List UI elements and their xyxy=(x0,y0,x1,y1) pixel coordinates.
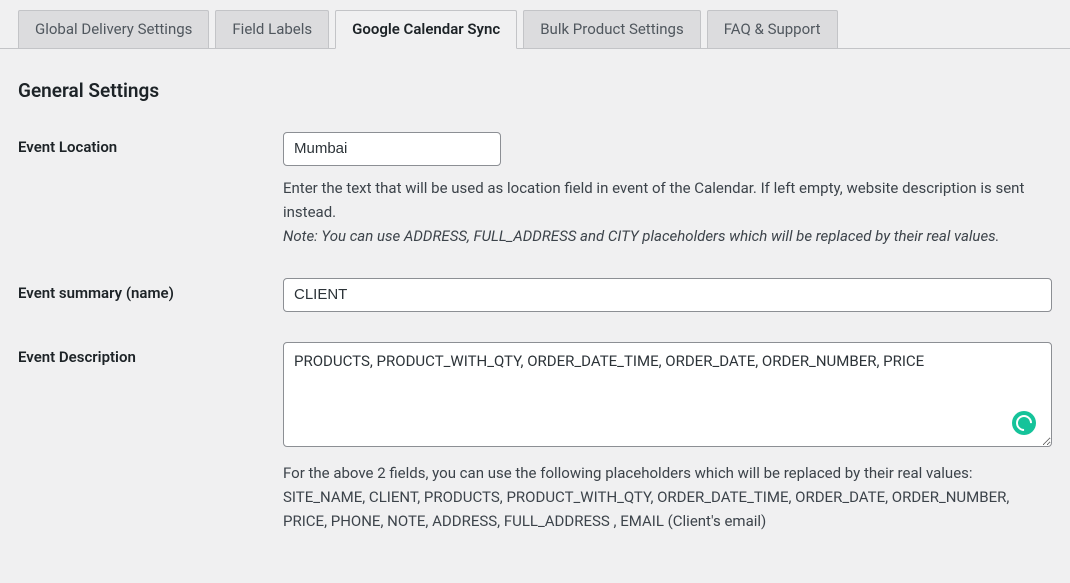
event-location-help-text: Enter the text that will be used as loca… xyxy=(283,179,1024,221)
tab-field-labels[interactable]: Field Labels xyxy=(215,10,329,48)
tab-bar: Global Delivery Settings Field Labels Go… xyxy=(0,0,1070,49)
tab-faq-support[interactable]: FAQ & Support xyxy=(707,10,838,48)
tab-bulk-product-settings[interactable]: Bulk Product Settings xyxy=(523,10,701,48)
event-description-label: Event Description xyxy=(18,342,283,366)
tab-google-calendar-sync[interactable]: Google Calendar Sync xyxy=(335,10,517,49)
section-title: General Settings xyxy=(18,79,1052,102)
event-location-label: Event Location xyxy=(18,132,283,156)
tab-global-delivery-settings[interactable]: Global Delivery Settings xyxy=(18,10,209,48)
event-description-row: Event Description PRODUCTS, PRODUCT_WITH… xyxy=(18,342,1052,533)
event-summary-row: Event summary (name) xyxy=(18,278,1052,312)
event-description-textarea[interactable]: PRODUCTS, PRODUCT_WITH_QTY, ORDER_DATE_T… xyxy=(283,342,1052,447)
event-summary-label: Event summary (name) xyxy=(18,278,283,302)
event-location-note: Note: You can use ADDRESS, FULL_ADDRESS … xyxy=(283,227,1000,245)
settings-content: General Settings Event Location Enter th… xyxy=(0,49,1070,583)
event-location-input[interactable] xyxy=(283,132,501,166)
event-description-help: For the above 2 fields, you can use the … xyxy=(283,461,1052,533)
grammarly-icon[interactable] xyxy=(1012,411,1036,435)
event-summary-input[interactable] xyxy=(283,278,1052,312)
event-location-row: Event Location Enter the text that will … xyxy=(18,132,1052,248)
event-location-help: Enter the text that will be used as loca… xyxy=(283,176,1052,248)
